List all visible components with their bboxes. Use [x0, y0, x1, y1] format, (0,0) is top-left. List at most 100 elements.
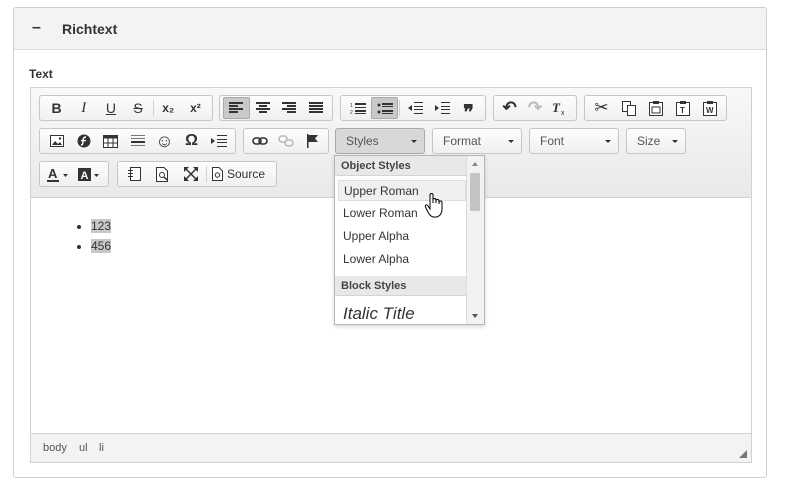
scroll-thumb[interactable]	[470, 173, 480, 211]
scroll-up-icon[interactable]	[472, 162, 478, 166]
superscript-button[interactable]: x²	[182, 97, 209, 119]
paste-text-button[interactable]: T	[669, 97, 696, 119]
preview-button[interactable]	[149, 163, 177, 185]
field-label: Text	[29, 67, 53, 81]
style-option-upper-roman[interactable]: Upper Roman	[338, 180, 466, 201]
table-icon	[103, 134, 118, 148]
group-header-block-styles: Block Styles	[335, 276, 468, 296]
maximize-button[interactable]	[177, 163, 205, 185]
underline-button[interactable]: U	[97, 97, 124, 119]
horizontal-rule-button[interactable]	[124, 130, 151, 152]
paste-word-button[interactable]: W	[696, 97, 723, 119]
scroll-down-icon[interactable]	[472, 314, 478, 318]
align-right-button[interactable]	[276, 97, 302, 119]
cut-button[interactable]: ✂	[588, 97, 615, 119]
resize-handle-icon[interactable]	[739, 450, 747, 458]
flag-icon	[306, 134, 318, 148]
flash-button[interactable]	[70, 130, 97, 152]
list-item[interactable]: 123	[91, 216, 112, 236]
underline-icon: U	[105, 100, 116, 116]
horizontal-rule-icon	[130, 134, 145, 146]
hand-pointer-icon	[424, 193, 443, 218]
bulleted-list: 123 456	[91, 216, 112, 256]
show-blocks-icon	[128, 167, 141, 181]
page-break-button[interactable]	[205, 130, 232, 152]
align-center-button[interactable]	[250, 97, 276, 119]
svg-text:A: A	[48, 167, 58, 181]
style-option-lower-roman[interactable]: Lower Roman	[338, 203, 466, 224]
table-button[interactable]	[97, 130, 124, 152]
svg-text:A: A	[80, 170, 88, 182]
size-dropdown[interactable]: Size	[626, 128, 686, 154]
remove-format-button[interactable]: Tx	[548, 97, 573, 119]
unlink-button[interactable]	[273, 130, 299, 152]
cut-icon: ✂	[594, 98, 609, 117]
path-li[interactable]: li	[99, 442, 104, 454]
bold-button[interactable]: B	[43, 97, 70, 119]
style-option-italic-title[interactable]: Italic Title	[338, 301, 466, 324]
styles-dropdown[interactable]: Styles	[335, 128, 425, 154]
list-group: 12 ❞	[340, 95, 486, 124]
anchor-button[interactable]	[299, 130, 325, 152]
chevron-down-icon	[508, 140, 514, 143]
justify-button[interactable]	[303, 97, 329, 119]
background-color-button[interactable]: A	[74, 163, 105, 185]
style-option-upper-alpha[interactable]: Upper Alpha	[338, 226, 466, 247]
list-item[interactable]: 456	[91, 236, 112, 256]
list-item-text: 123	[91, 219, 112, 233]
svg-text:1: 1	[350, 103, 353, 109]
element-path-bar: body ul li	[31, 433, 751, 462]
undo-group: ↶ ↷ Tx	[493, 95, 577, 121]
font-dropdown[interactable]: Font	[529, 128, 619, 154]
source-icon	[212, 167, 223, 181]
undo-button[interactable]: ↶	[497, 97, 522, 119]
smiley-button[interactable]: ☺	[151, 130, 178, 152]
align-center-icon	[255, 102, 270, 113]
list-item-text: 456	[91, 239, 112, 253]
outdent-button[interactable]	[401, 97, 428, 119]
format-dropdown[interactable]: Format	[432, 128, 522, 154]
italic-button[interactable]: I	[70, 97, 97, 119]
background-color-icon: A	[77, 167, 99, 182]
styles-label: Styles	[346, 134, 379, 148]
special-char-button[interactable]: Ω	[178, 130, 205, 152]
redo-button[interactable]: ↷	[522, 97, 547, 119]
justify-icon	[308, 102, 323, 113]
show-blocks-button[interactable]	[121, 163, 149, 185]
image-button[interactable]	[43, 130, 70, 152]
font-label: Font	[540, 134, 565, 148]
chevron-down-icon	[672, 140, 678, 143]
bulleted-list-button[interactable]	[371, 97, 399, 119]
collapse-toggle[interactable]: –	[32, 19, 41, 37]
size-label: Size	[637, 134, 661, 148]
insert-group: ☺ Ω	[39, 128, 236, 154]
paste-word-icon: W	[702, 100, 717, 116]
indent-icon	[434, 102, 450, 114]
styles-dropdown-panel: Object Styles Upper Roman Lower Roman Up…	[334, 155, 485, 325]
panel-header[interactable]: – Richtext	[14, 8, 766, 50]
text-color-button[interactable]: A	[43, 163, 74, 185]
paste-text-icon: T	[675, 100, 690, 116]
path-ul[interactable]: ul	[79, 442, 88, 454]
text-color-icon: A	[46, 167, 68, 182]
strike-button[interactable]: S	[125, 97, 152, 119]
subscript-button[interactable]: x₂	[155, 97, 182, 119]
indent-button[interactable]	[428, 97, 455, 119]
style-option-lower-alpha[interactable]: Lower Alpha	[338, 249, 466, 270]
maximize-icon	[184, 167, 198, 181]
paste-button[interactable]	[642, 97, 669, 119]
numbered-list-icon: 12	[350, 102, 366, 115]
align-left-button[interactable]	[223, 97, 250, 119]
svg-text:T: T	[680, 106, 685, 115]
copy-button[interactable]	[615, 97, 642, 119]
blockquote-button[interactable]: ❞	[455, 97, 482, 124]
dropdown-scrollbar[interactable]	[466, 156, 484, 324]
smiley-icon: ☺	[155, 130, 174, 151]
remove-format-icon: Tx	[552, 101, 565, 115]
numbered-list-button[interactable]: 12	[344, 97, 371, 119]
link-button[interactable]	[247, 130, 273, 152]
path-body[interactable]: body	[43, 442, 67, 454]
separator	[399, 100, 401, 116]
image-icon	[49, 135, 64, 147]
source-button[interactable]: Source	[208, 163, 269, 185]
